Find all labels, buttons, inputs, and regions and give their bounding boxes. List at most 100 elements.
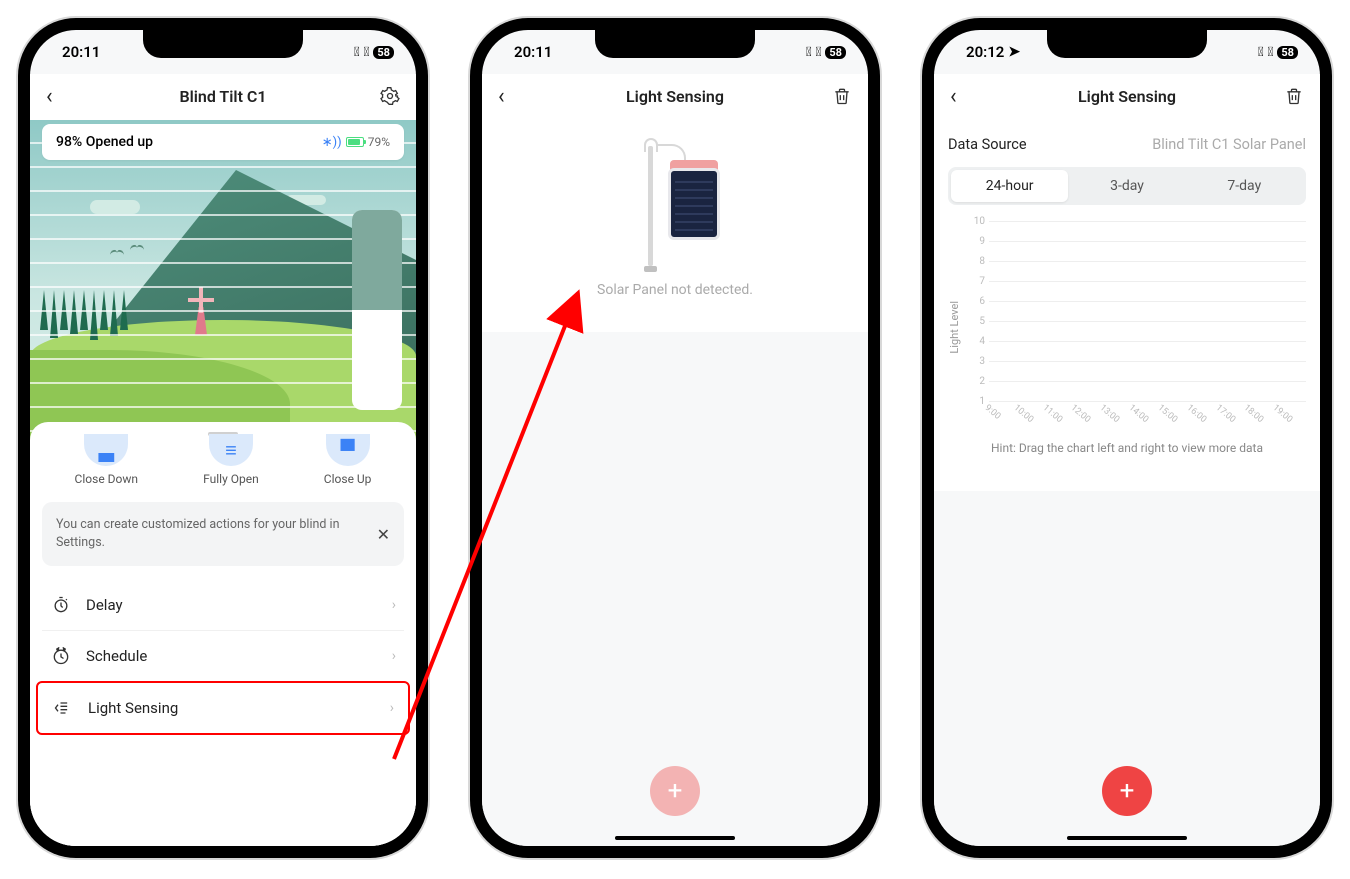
back-button[interactable]: ‹ (46, 84, 70, 109)
nav-bar: ‹ Light Sensing (482, 74, 868, 118)
empty-state: Solar Panel not detected. (482, 118, 868, 332)
tip-text: You can create customized actions for yo… (56, 516, 367, 552)
open-percentage-label: 98% Opened up (56, 134, 153, 150)
menu-label: Schedule (86, 647, 147, 665)
nav-bar: ‹ Blind Tilt C1 (30, 74, 416, 118)
phone-frame-3: 20:12 ➤ 􀙇 􀙇 58 ‹ Light Sensing Data Sour… (922, 18, 1332, 858)
delete-button[interactable] (1280, 86, 1304, 106)
y-tick-label: 9 (967, 236, 985, 247)
data-source-value: Blind Tilt C1 Solar Panel (1152, 136, 1306, 153)
fully-open-button[interactable]: ≡ Fully Open (203, 450, 259, 486)
light-sensing-icon (52, 697, 74, 719)
schedule-icon (50, 645, 72, 667)
grid-line: 1 (989, 401, 1306, 402)
status-time: 20:12 (966, 43, 1004, 61)
chevron-right-icon: › (392, 648, 396, 664)
page-title: Light Sensing (626, 87, 724, 106)
menu-light-sensing[interactable]: Light Sensing › (36, 681, 410, 735)
notch (1047, 30, 1207, 58)
status-time: 20:11 (514, 43, 552, 61)
grid-line: 7 (989, 281, 1306, 282)
status-icons: 􀙇 􀙇 58 (1258, 45, 1298, 60)
menu-list: Delay › Schedule › (42, 580, 404, 735)
home-indicator[interactable] (615, 836, 735, 840)
tilt-slider[interactable] (352, 210, 402, 410)
grid-line: 10 (989, 221, 1306, 222)
page-title: Blind Tilt C1 (179, 87, 266, 106)
y-tick-label: 6 (967, 296, 985, 307)
add-button[interactable]: + (650, 766, 700, 816)
wifi-icon: 􀙇 (364, 45, 370, 60)
grid-line: 4 (989, 341, 1306, 342)
data-source-row[interactable]: Data Source Blind Tilt C1 Solar Panel (948, 128, 1306, 167)
blind-status-card: 98% Opened up ∗)) 79% (42, 124, 404, 160)
tip-close-button[interactable]: ✕ (377, 525, 390, 544)
battery-percent: 79% (368, 135, 390, 149)
delay-icon (50, 594, 72, 616)
delete-button[interactable] (828, 86, 852, 106)
quick-actions: ▃ Close Down ≡ Fully Open ▀ Close Up (42, 444, 404, 498)
battery-pill: 58 (373, 46, 394, 59)
segment-24hour[interactable]: 24-hour (951, 170, 1068, 202)
range-segmented-control: 24-hour 3-day 7-day (948, 167, 1306, 205)
status-icons: 􀙇 􀙇 58 (806, 45, 846, 60)
y-tick-label: 8 (967, 256, 985, 267)
cellular-icon: 􀙇 (1258, 45, 1264, 60)
chart[interactable]: Light Level 10987654321 9:0010:0011:0012… (948, 221, 1306, 413)
settings-button[interactable] (376, 86, 400, 106)
chart-card: Data Source Blind Tilt C1 Solar Panel 24… (934, 118, 1320, 491)
grid-line: 2 (989, 381, 1306, 382)
menu-delay[interactable]: Delay › (42, 580, 404, 630)
y-tick-label: 2 (967, 376, 985, 387)
bluetooth-icon: ∗)) (322, 135, 342, 150)
segment-3day[interactable]: 3-day (1068, 170, 1185, 202)
chevron-right-icon: › (390, 700, 394, 716)
y-tick-label: 3 (967, 356, 985, 367)
cellular-icon: 􀙇 (354, 45, 360, 60)
close-up-button[interactable]: ▀ Close Up (324, 450, 372, 486)
y-tick-label: 1 (967, 396, 985, 407)
close-down-icon: ▃ (84, 434, 128, 466)
home-indicator[interactable] (1067, 836, 1187, 840)
wifi-icon: 􀙇 (816, 45, 822, 60)
y-axis-label: Light Level (948, 281, 961, 354)
page-title: Light Sensing (1078, 87, 1176, 106)
cellular-icon: 􀙇 (806, 45, 812, 60)
y-tick-label: 4 (967, 336, 985, 347)
segment-7day[interactable]: 7-day (1186, 170, 1303, 202)
back-button[interactable]: ‹ (950, 84, 974, 109)
battery-pill: 58 (825, 46, 846, 59)
notch (595, 30, 755, 58)
fully-open-icon: ≡ (209, 434, 253, 466)
status-icons: 􀙇 􀙇 58 (354, 45, 394, 60)
back-button[interactable]: ‹ (498, 84, 522, 109)
y-tick-label: 10 (967, 216, 985, 227)
battery-pill: 58 (1277, 46, 1298, 59)
screen-2: 20:11 􀙇 􀙇 58 ‹ Light Sensing (482, 30, 868, 846)
grid-line: 3 (989, 361, 1306, 362)
screen-3: 20:12 ➤ 􀙇 􀙇 58 ‹ Light Sensing Data Sour… (934, 30, 1320, 846)
menu-schedule[interactable]: Schedule › (42, 630, 404, 681)
phone-frame-1: 20:11 􀙇 􀙇 58 ‹ Blind Tilt C1 98% Opened … (18, 18, 428, 858)
menu-label: Light Sensing (88, 699, 178, 717)
chart-grid: 10 9 8 7 6 5 4 3 2 1 (967, 221, 1306, 401)
grid-line: 6 (989, 301, 1306, 302)
tip-banner: You can create customized actions for yo… (42, 502, 404, 566)
empty-message: Solar Panel not detected. (597, 282, 753, 298)
location-icon: ➤ (1008, 44, 1020, 60)
y-tick-label: 5 (967, 316, 985, 327)
y-tick-label: 7 (967, 276, 985, 287)
chevron-right-icon: › (392, 597, 396, 613)
wifi-icon: 􀙇 (1268, 45, 1274, 60)
action-label: Fully Open (203, 472, 259, 486)
close-up-icon: ▀ (326, 434, 370, 466)
solar-panel-icon (630, 138, 720, 268)
control-panel: ▃ Close Down ≡ Fully Open ▀ Close Up You… (30, 422, 416, 846)
action-label: Close Up (324, 472, 372, 486)
add-button[interactable]: + (1102, 766, 1152, 816)
status-time: 20:11 (62, 43, 100, 61)
grid-line: 8 (989, 261, 1306, 262)
tilt-slider-fill (352, 210, 402, 310)
close-down-button[interactable]: ▃ Close Down (75, 450, 138, 486)
scene-illustration (30, 120, 416, 440)
